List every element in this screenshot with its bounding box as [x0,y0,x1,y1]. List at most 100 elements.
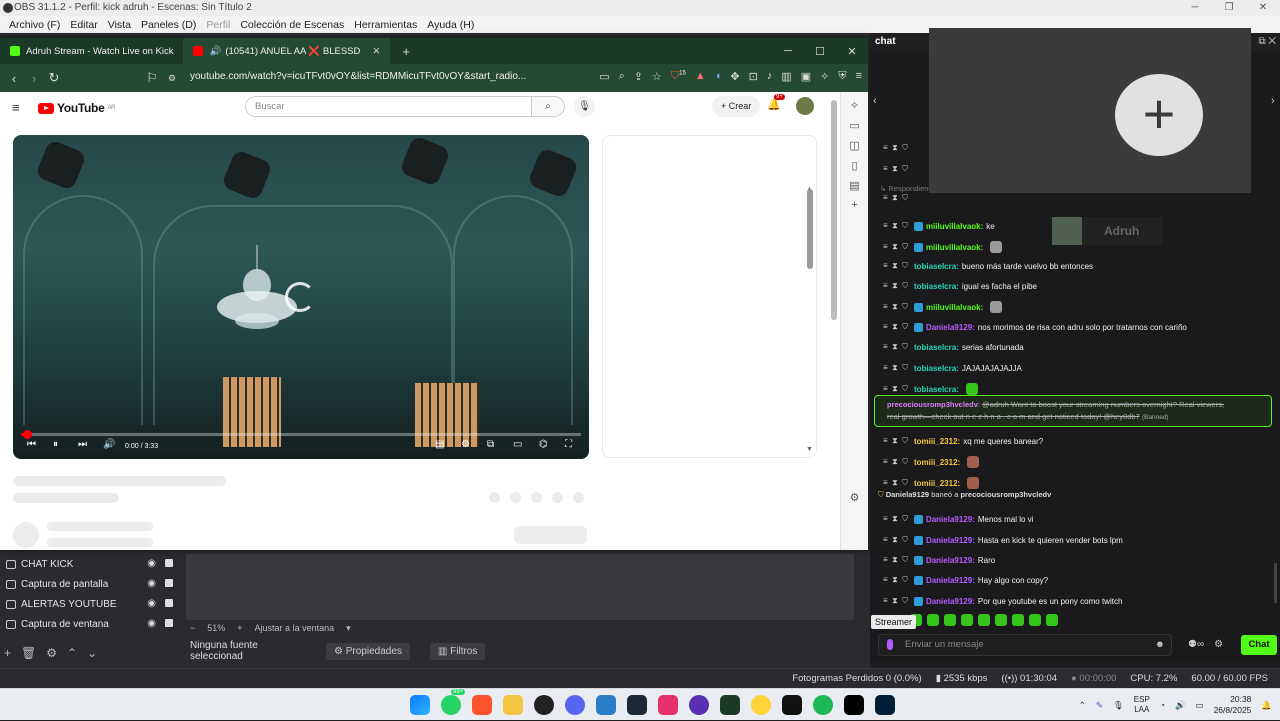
menu-editar[interactable]: Editar [65,19,102,31]
moderation-icons[interactable]: ≡ ⧗ ⛉ [883,384,908,394]
chevron-right-icon[interactable]: › [1271,95,1275,107]
lock-icon[interactable] [165,619,173,627]
cast-icon[interactable]: ⌬ [539,439,548,450]
dock-controls[interactable]: ⧉ ✕ [1258,33,1276,51]
emote-icon[interactable] [995,614,1007,626]
spotify-icon[interactable] [813,695,833,715]
moderation-icons[interactable]: ≡ ⧗ ⛉ [883,575,908,585]
terminal-icon[interactable] [720,695,740,715]
chat-username[interactable]: Daniela9129: [926,323,975,332]
miniplayer-icon[interactable]: ⧉ [487,439,494,450]
emote-icon[interactable] [944,614,956,626]
emoji-icon[interactable]: ☻ [1155,635,1165,655]
tiktok-icon[interactable] [844,695,864,715]
eye-icon[interactable]: ◉ [147,578,156,589]
scroll-down-icon[interactable]: ▼ [806,446,813,453]
wifi-icon[interactable]: ◔ [1160,700,1165,710]
search-input[interactable]: Buscar [245,96,532,117]
windows-start-icon[interactable] [410,695,430,715]
youtube-logo[interactable]: YouTube AR [38,101,115,115]
app-icon[interactable] [751,695,771,715]
capcut-pro-icon[interactable] [782,695,802,715]
reading-list-icon[interactable]: ▤ [841,179,868,192]
search-icon[interactable]: ⌕ [531,96,565,117]
chat-username[interactable]: tobiaselcra: [914,282,959,291]
pen-icon[interactable]: ✎ [1096,700,1103,711]
music-icon[interactable]: ♪ [767,70,773,83]
lock-icon[interactable] [165,559,173,567]
moderation-icons[interactable]: ≡ ⧗ ⛉ [883,596,908,606]
star-icon[interactable]: ☆ [652,70,662,83]
chat-username[interactable]: tomiii_2312: [914,437,960,446]
close-button[interactable]: ✕ [1246,0,1280,16]
source-item[interactable]: CHAT KICK ◉ [0,554,180,574]
menu-archivo[interactable]: Archivo (F) [4,19,65,31]
tab-search-icon[interactable]: ⊡ [749,70,758,83]
zoom-in-button[interactable]: + [237,623,242,633]
battery-icon[interactable]: ▭ [1196,700,1204,711]
fit-dropdown-icon[interactable]: ▾ [346,623,351,634]
capcut-icon[interactable] [658,695,678,715]
photos-icon[interactable] [596,695,616,715]
trash-icon[interactable]: 🗑 [21,646,36,660]
maximize-button[interactable]: ❐ [1212,0,1246,16]
lock-icon[interactable] [165,599,173,607]
preview-canvas[interactable] [186,554,854,620]
bell-icon[interactable]: 🔔 9+ [767,94,785,111]
leo-sidebar-icon[interactable]: ✧ [841,99,868,112]
chat-settings-icon[interactable]: ⚙ [1214,639,1223,650]
chat-username[interactable]: tobiaselcra: [914,262,959,271]
moderation-icons[interactable]: ≡ ⧗ ⛉ [883,555,908,565]
banned-user[interactable]: precociousromp3hvcledv [887,400,978,409]
leo-icon[interactable]: ✧ [820,70,829,83]
notification-icon[interactable]: 🔔 [1261,700,1272,711]
settings-icon[interactable]: ⚙ [461,439,470,450]
eye-icon[interactable]: ◉ [147,618,156,629]
moderation-icons[interactable]: ≡ ⧗ ⛉ [883,478,908,488]
menu-paneles[interactable]: Paneles (D) [136,19,201,31]
puzzle-icon[interactable]: ✥ [730,70,739,83]
channel-preview[interactable]: Adruh [1052,217,1162,245]
new-tab-button[interactable]: + [402,44,410,59]
moderation-icons[interactable]: ≡ ⧗ ⛉ [883,457,908,467]
properties-button[interactable]: ⚙ Propiedades [326,642,410,660]
sidebar-icon[interactable]: ▣ [801,70,811,83]
create-button[interactable]: + Crear [712,96,761,117]
chat-username[interactable]: miiluvillalvaok: [926,303,983,312]
brave-rewards-icon[interactable]: ▲ [695,70,706,83]
fit-window-label[interactable]: Ajustar a la ventana [255,623,335,633]
microphone-icon[interactable]: 🎙 [574,96,595,117]
points-icon[interactable]: ⚉∞ [1188,639,1204,650]
moderation-icons[interactable]: ≡ ⧗ ⛉ [883,261,908,271]
menu-vista[interactable]: Vista [103,19,136,31]
source-item[interactable]: Captura de pantalla ◉ [0,574,180,594]
vpn-icon[interactable]: ⛨ [838,70,846,83]
chat-username[interactable]: Daniela9129: [926,597,975,606]
browser-maximize-button[interactable]: ☐ [804,45,836,58]
photoshop-icon[interactable] [875,695,895,715]
chevron-down-icon[interactable]: ⌄ [87,646,97,660]
chat-username[interactable]: tobiaselcra: [914,364,959,373]
clock[interactable]: 20:38 26/8/2025 [1214,694,1252,716]
moderation-icons[interactable]: ≡ ⧗ ⛉ [883,436,908,446]
bookmark-icon[interactable]: ⚐ [142,70,162,86]
menu-perfil[interactable]: Perfil [201,19,235,31]
chat-username[interactable]: tobiaselcra: [914,385,959,394]
bookmarks-icon[interactable]: ▥ [781,70,791,83]
volume-tray-icon[interactable]: 🔊 [1175,700,1186,711]
url-bar[interactable]: youtube.com/watch?v=icuTFvt0vOY&list=RDM… [190,71,526,82]
close-tab-icon[interactable]: ✕ [372,46,380,57]
chat-username[interactable]: tobiaselcra: [914,343,959,352]
chat-username[interactable]: miiluvillalvaok: [926,243,983,252]
chat-username[interactable]: Daniela9129: [926,556,975,565]
video-sidebar-icon[interactable]: ▭ [841,119,868,132]
page-scrollbar[interactable] [831,100,837,320]
forward-icon[interactable]: › [24,71,44,86]
wallet-icon[interactable]: ◖ [715,70,722,83]
emote-icon[interactable] [978,614,990,626]
brave-icon[interactable] [472,695,492,715]
emote-icon[interactable] [1029,614,1041,626]
scrollbar[interactable] [807,189,813,269]
chat-username[interactable]: Daniela9129: [926,536,975,545]
file-explorer-icon[interactable] [503,695,523,715]
